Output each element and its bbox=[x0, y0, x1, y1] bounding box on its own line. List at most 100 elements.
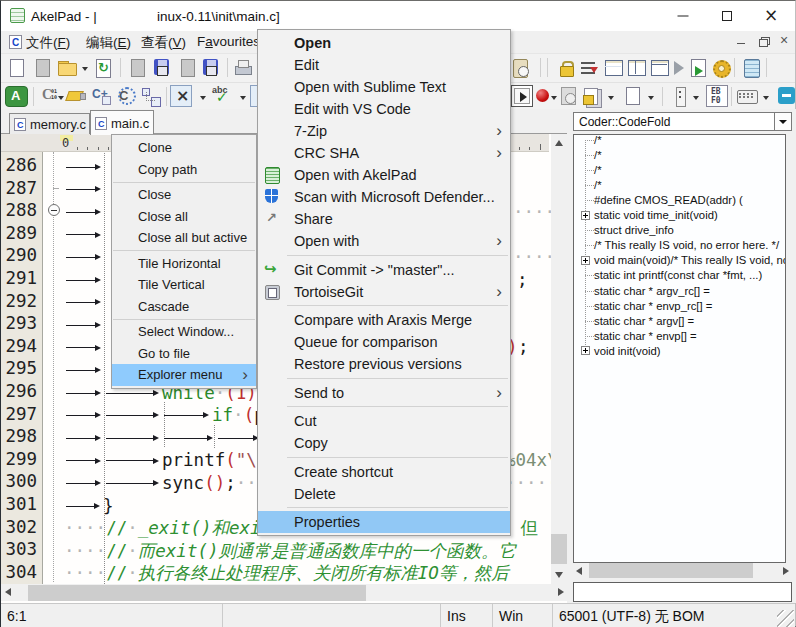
encoding-view-icon[interactable] bbox=[706, 85, 728, 107]
split-window-icon[interactable] bbox=[603, 57, 625, 79]
session-dropdown-icon[interactable] bbox=[606, 86, 616, 108]
tree-item[interactable]: static char * envp_rc[] = bbox=[594, 299, 712, 314]
collapse-dropdown-icon[interactable] bbox=[198, 86, 208, 108]
menu-item-1[interactable]: 编辑(E) bbox=[86, 34, 131, 52]
mdi-restore-icon[interactable] bbox=[757, 35, 770, 48]
menu-item-edit-with-vs-code[interactable]: Edit with VS Code bbox=[258, 98, 510, 120]
print-icon[interactable] bbox=[232, 57, 254, 79]
resize-grip[interactable] bbox=[777, 610, 794, 627]
tree-item[interactable]: static char * argv[] = bbox=[594, 314, 694, 329]
menu-item-scan-with-microsoft-defender[interactable]: Scan with Microsoft Defender... bbox=[258, 186, 510, 208]
code-refresh-icon[interactable] bbox=[115, 85, 137, 107]
template-dropdown-icon[interactable] bbox=[646, 86, 656, 108]
menu-item-delete[interactable]: Delete bbox=[258, 483, 510, 505]
recent-files-icon[interactable] bbox=[557, 85, 579, 107]
spell-check-icon[interactable] bbox=[210, 85, 232, 107]
new-window-icon[interactable] bbox=[31, 57, 53, 79]
tree-item[interactable]: /* bbox=[594, 163, 602, 178]
panel-horizontal-scrollbar[interactable] bbox=[573, 563, 792, 578]
menu-item-close-all-but-active[interactable]: Close all but active bbox=[112, 227, 256, 249]
panel-scroll-right-icon[interactable] bbox=[783, 567, 789, 575]
editor-vertical-scrollbar[interactable] bbox=[551, 134, 567, 584]
collapse-icon[interactable] bbox=[170, 85, 192, 107]
menu-item-close-all[interactable]: Close all bbox=[112, 206, 256, 228]
menu-item-cascade[interactable]: Cascade bbox=[112, 296, 256, 318]
tree-expand-icon[interactable] bbox=[581, 256, 590, 265]
new-akelpad-icon[interactable] bbox=[740, 57, 762, 79]
scroll-down-icon[interactable] bbox=[555, 572, 563, 578]
scroll-left-icon[interactable] bbox=[5, 588, 11, 596]
menu-item-properties[interactable]: Properties bbox=[258, 511, 510, 533]
session-icon[interactable] bbox=[581, 85, 603, 107]
word-wrap-icon[interactable] bbox=[578, 57, 600, 79]
mdi-minimize-icon[interactable] bbox=[735, 35, 748, 48]
tree-item[interactable]: static int printf(const char *fmt, ...) bbox=[594, 268, 762, 283]
menu-item-send-to[interactable]: Send to bbox=[258, 382, 510, 404]
menu-item-explorer-menu[interactable]: Explorer menu bbox=[112, 364, 256, 386]
tree-item[interactable]: #define CMOS_READ(addr) ( bbox=[594, 193, 743, 208]
menu-item-copy-path[interactable]: Copy path bbox=[112, 159, 256, 181]
structure-icon[interactable] bbox=[140, 85, 162, 107]
clipboard-history-icon[interactable] bbox=[509, 57, 531, 79]
tree-item[interactable]: void init(void) bbox=[594, 344, 661, 359]
macro-play-icon[interactable] bbox=[511, 85, 533, 107]
highlight-icon[interactable] bbox=[65, 85, 87, 107]
scroll-sync-icon[interactable] bbox=[669, 85, 691, 107]
scroll-up-icon[interactable] bbox=[555, 140, 563, 146]
panel-scroll-thumb[interactable] bbox=[589, 563, 753, 578]
editor-horizontal-scrollbar[interactable] bbox=[1, 584, 567, 601]
menu-item-open-with[interactable]: Open with bbox=[258, 230, 510, 252]
menu-item-restore-previous-versions[interactable]: Restore previous versions bbox=[258, 353, 510, 375]
open-file-icon[interactable] bbox=[56, 57, 78, 79]
menu-item-crc-sha[interactable]: CRC SHA bbox=[258, 142, 510, 164]
tree-item[interactable]: /* bbox=[594, 178, 602, 193]
tree-expand-icon[interactable] bbox=[581, 346, 590, 355]
menu-item-7-zip[interactable]: 7-Zip bbox=[258, 120, 510, 142]
keyboard-layout-icon[interactable] bbox=[736, 85, 758, 107]
menu-item-git-commit-master[interactable]: Git Commit -> "master"... bbox=[258, 259, 510, 281]
menu-item-compare-with-araxis-merge[interactable]: Compare with Araxis Merge bbox=[258, 309, 510, 331]
menu-item-clone[interactable]: Clone bbox=[112, 137, 256, 159]
tab-memory.c[interactable]: memory.c bbox=[9, 113, 90, 134]
menu-item-3[interactable]: Favourites bbox=[197, 34, 260, 49]
menu-item-copy[interactable]: Copy bbox=[258, 432, 510, 454]
save-all-icon[interactable] bbox=[200, 57, 222, 79]
open-dropdown-icon[interactable] bbox=[80, 57, 90, 79]
plugin-selector-combo[interactable]: Coder::CodeFold bbox=[573, 112, 792, 131]
horizontal-scroll-thumb[interactable] bbox=[28, 585, 366, 601]
template-icon[interactable] bbox=[621, 85, 643, 107]
keyboard-dropdown-icon[interactable] bbox=[761, 86, 771, 108]
mdi-close-icon[interactable] bbox=[779, 35, 792, 48]
tree-item[interactable]: /* This really IS void, no error here. *… bbox=[594, 238, 779, 253]
fold-collapse-icon[interactable] bbox=[48, 204, 60, 216]
export-icon[interactable] bbox=[687, 57, 709, 79]
tree-item[interactable]: /* bbox=[594, 134, 602, 148]
tree-item[interactable]: static char * envp[] = bbox=[594, 329, 697, 344]
codefold-tree[interactable]: /*/*/*/*#define CMOS_READ(addr) (static … bbox=[573, 134, 786, 563]
tree-item[interactable]: /* bbox=[594, 148, 602, 163]
menu-item-2[interactable]: 查看(V) bbox=[141, 34, 186, 52]
menu-item-tortoisegit[interactable]: TortoiseGit bbox=[258, 281, 510, 303]
akelpad-plugin-icon[interactable] bbox=[4, 85, 26, 107]
menu-item-cut[interactable]: Cut bbox=[258, 410, 510, 432]
save-file-icon[interactable] bbox=[126, 57, 148, 79]
combo-dropdown-icon[interactable] bbox=[774, 113, 791, 130]
minimize-to-tray-icon[interactable] bbox=[776, 85, 796, 107]
new-file-icon[interactable] bbox=[5, 57, 27, 79]
vertical-scroll-thumb[interactable] bbox=[551, 534, 567, 564]
minimize-button[interactable] bbox=[666, 1, 700, 31]
tree-item[interactable]: void main(void)/* This really IS void, n… bbox=[594, 253, 786, 268]
menu-item-queue-for-comparison[interactable]: Queue for comparison bbox=[258, 331, 510, 353]
menu-item-open[interactable]: Open bbox=[258, 32, 510, 54]
settings-icon[interactable] bbox=[710, 57, 732, 79]
panel-scroll-left-icon[interactable] bbox=[576, 567, 582, 575]
tree-item[interactable]: static char * argv_rc[] = bbox=[594, 284, 710, 299]
menu-item-share[interactable]: Share bbox=[258, 208, 510, 230]
menu-item-create-shortcut[interactable]: Create shortcut bbox=[258, 461, 510, 483]
close-button[interactable]: × bbox=[754, 1, 788, 31]
menu-item-open-with-sublime-text[interactable]: Open with Sublime Text bbox=[258, 76, 510, 98]
tree-item[interactable]: struct drive_info bbox=[594, 223, 674, 238]
menu-item-go-to-file[interactable]: Go to file bbox=[112, 343, 256, 365]
spell-dropdown-icon[interactable] bbox=[238, 86, 248, 108]
read-only-icon[interactable] bbox=[556, 57, 578, 79]
